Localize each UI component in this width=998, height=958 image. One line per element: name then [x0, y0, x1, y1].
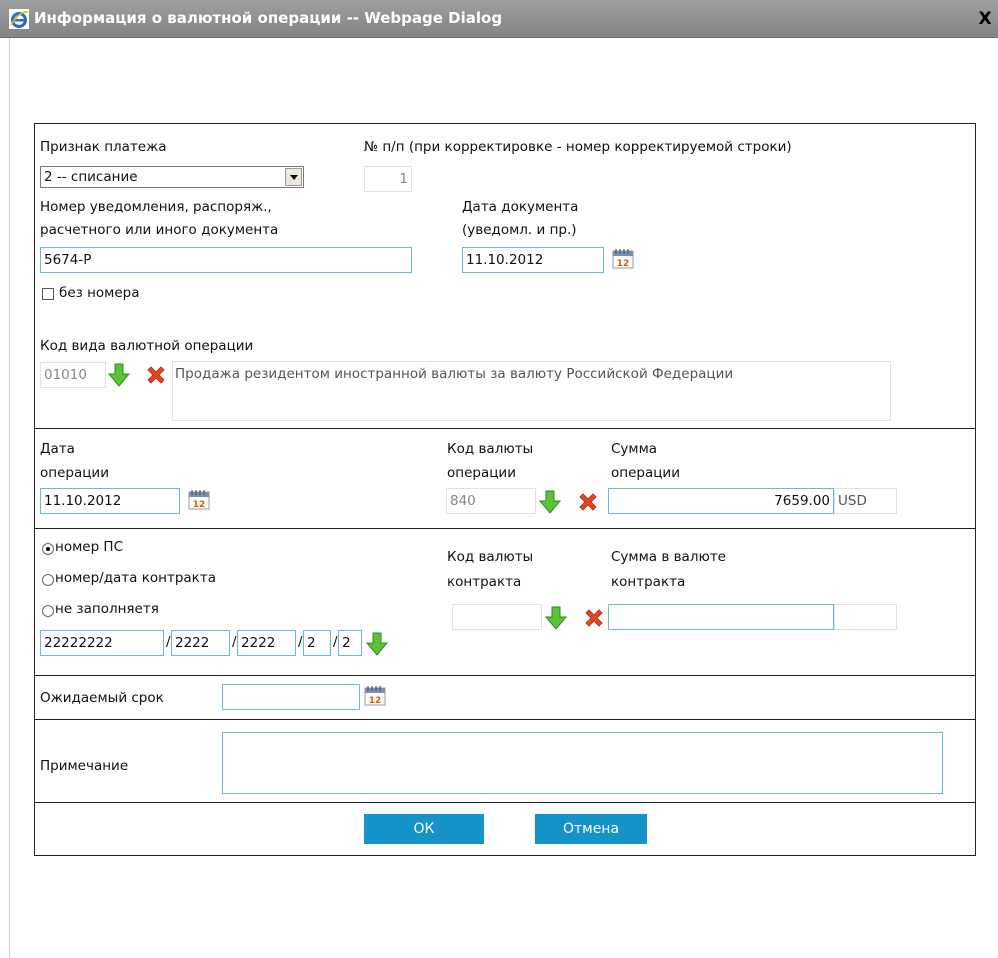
radio-not-filled-label: не заполняетя [55, 601, 159, 617]
amount-currency-field: USD [834, 488, 897, 514]
amount-label-line1: Сумма [611, 441, 658, 457]
divider [34, 528, 976, 529]
contract-currency-label-line1: Код валюты [447, 549, 534, 565]
radio-ps-number[interactable] [42, 543, 54, 555]
separator: / [333, 634, 338, 650]
svg-text:12: 12 [193, 500, 206, 510]
close-icon[interactable]: X [976, 10, 994, 28]
ps-number-part3[interactable]: 2222 [237, 630, 296, 656]
svg-text:12: 12 [369, 696, 382, 706]
currency-code-field[interactable]: 840 [446, 488, 536, 514]
no-number-checkbox[interactable] [42, 288, 54, 300]
ps-number-part4[interactable]: 2 [303, 630, 331, 656]
doc-number-label-line1: Номер уведомления, распоряж., [40, 199, 272, 215]
note-label: Примечание [40, 758, 129, 774]
operation-code-label: Код вида валютной операции [40, 338, 254, 354]
expected-term-label: Ожидаемый срок [40, 690, 164, 706]
contract-amount-currency-field [834, 604, 897, 630]
payment-sign-value: 2 -- списание [44, 169, 138, 185]
radio-contract-label: номер/дата контракта [55, 570, 216, 586]
ok-button[interactable]: ОК [364, 814, 484, 844]
doc-date-label-line2: (уведомл. и пр.) [462, 222, 577, 238]
radio-contract-number-date[interactable] [42, 574, 54, 586]
chevron-down-icon[interactable] [285, 168, 302, 186]
no-number-label: без номера [59, 285, 140, 301]
ps-number-part2[interactable]: 2222 [171, 630, 230, 656]
op-date-field[interactable]: 11.10.2012 [40, 488, 180, 514]
row-number-label: № п/п (при корректировке - номер коррект… [364, 139, 792, 155]
contract-amount-label-line1: Сумма в валюте [611, 549, 726, 565]
ps-number-part1[interactable]: 22222222 [40, 630, 164, 656]
currency-code-label-line2: операции [447, 465, 516, 481]
clear-x-icon[interactable] [145, 364, 167, 386]
divider [34, 719, 976, 720]
separator: / [232, 634, 237, 650]
divider [34, 675, 976, 676]
expected-term-field[interactable] [222, 684, 360, 710]
arrow-down-icon[interactable] [366, 632, 388, 656]
calendar-icon[interactable]: 12 [612, 247, 634, 269]
ps-number-part5[interactable]: 2 [338, 630, 362, 656]
doc-number-label-line2: расчетного или иного документа [40, 222, 279, 238]
contract-currency-label-line2: контракта [447, 574, 522, 590]
currency-code-label-line1: Код валюты [447, 441, 534, 457]
arrow-down-icon[interactable] [539, 490, 561, 514]
contract-amount-label-line2: контракта [611, 574, 686, 590]
divider [34, 428, 976, 429]
calendar-icon[interactable]: 12 [364, 684, 386, 706]
cancel-button[interactable]: Отмена [535, 814, 647, 844]
row-number-field[interactable]: 1 [364, 166, 412, 192]
note-textarea[interactable] [222, 732, 943, 794]
op-date-label-line2: операции [40, 465, 109, 481]
doc-number-field[interactable]: 5674-Р [40, 247, 412, 273]
svg-text:12: 12 [617, 259, 630, 269]
clear-x-icon[interactable] [577, 491, 599, 513]
doc-date-field[interactable]: 11.10.2012 [462, 247, 604, 273]
separator: / [166, 634, 171, 650]
radio-not-filled[interactable] [42, 605, 54, 617]
internet-explorer-icon [9, 9, 29, 29]
doc-date-label-line1: Дата документа [462, 199, 579, 215]
arrow-down-icon[interactable] [545, 606, 567, 630]
radio-ps-number-label: номер ПС [55, 539, 124, 555]
operation-code-field[interactable]: 01010 [40, 362, 106, 388]
dialog-title: Информация о валютной операции -- Webpag… [34, 9, 503, 27]
calendar-icon[interactable]: 12 [188, 488, 210, 510]
payment-sign-select[interactable]: 2 -- списание [40, 166, 304, 188]
contract-amount-field[interactable] [608, 604, 834, 630]
amount-label-line2: операции [611, 465, 680, 481]
clear-x-icon[interactable] [583, 607, 605, 629]
payment-sign-label: Признак платежа [40, 139, 167, 155]
amount-field[interactable]: 7659.00 [608, 488, 834, 514]
op-date-label-line1: Дата [40, 441, 75, 457]
window-left-edge [0, 38, 10, 958]
arrow-down-icon[interactable] [108, 363, 130, 387]
separator: / [298, 634, 303, 650]
dialog-titlebar: Информация о валютной операции -- Webpag… [0, 0, 998, 38]
operation-code-description: Продажа резидентом иностранной валюты за… [172, 361, 891, 421]
contract-currency-field[interactable] [452, 604, 542, 630]
divider [34, 802, 976, 803]
